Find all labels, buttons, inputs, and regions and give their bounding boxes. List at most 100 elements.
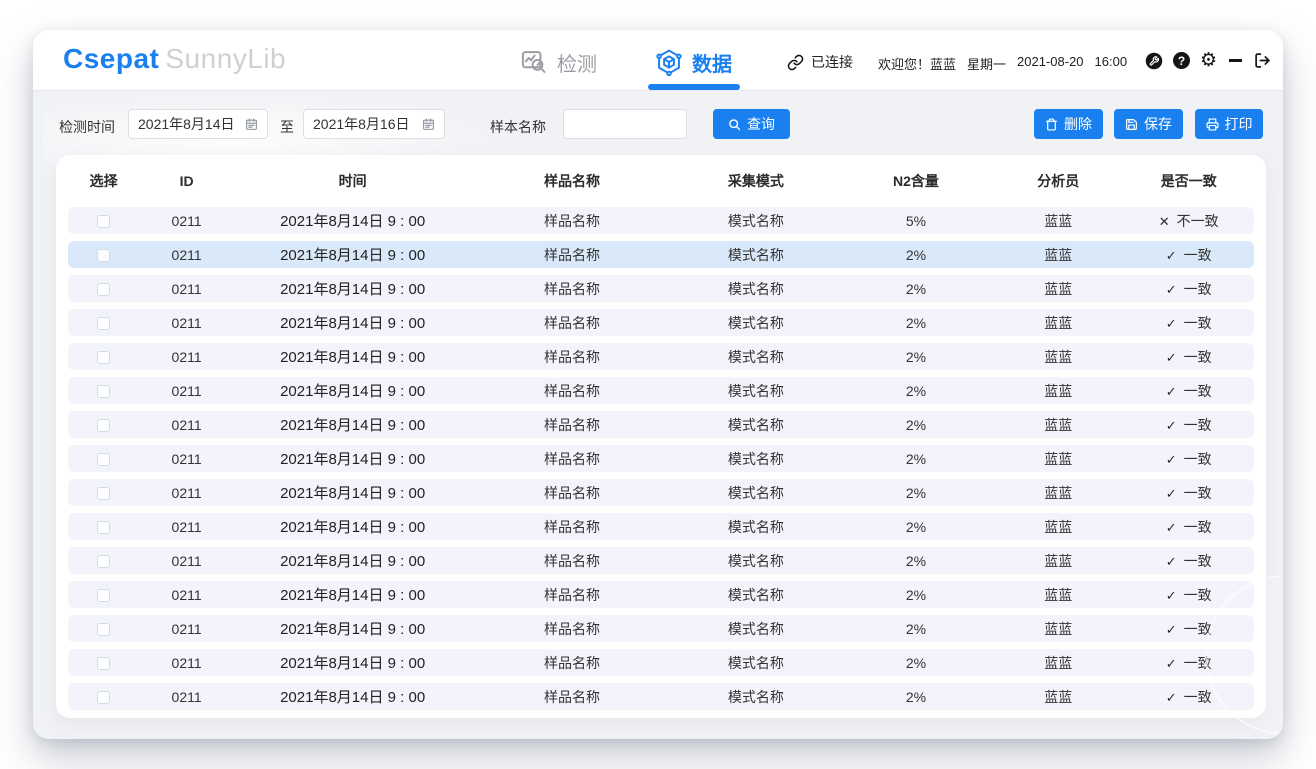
row-checkbox[interactable] (97, 249, 110, 262)
consistency-mark-icon: ✓ (1166, 690, 1177, 705)
help-icon[interactable]: ? (1173, 52, 1190, 69)
cell-consistent: ✓一致 (1123, 551, 1253, 571)
row-checkbox[interactable] (97, 589, 110, 602)
cell-time: 2021年8月14日 9 : 00 (234, 584, 471, 605)
consistency-mark-icon: ✓ (1166, 622, 1177, 637)
connection-label: 已连接 (811, 52, 853, 72)
consistency-label: 一致 (1184, 655, 1212, 671)
row-checkbox[interactable] (97, 351, 110, 364)
date-to-input[interactable]: 2021年8月16日 (303, 109, 445, 139)
cell-id: 0211 (139, 519, 234, 535)
link-icon (787, 54, 804, 71)
logout-icon[interactable] (1254, 52, 1271, 69)
cell-sample: 样品名称 (471, 483, 673, 503)
table-row[interactable]: 0211 2021年8月14日 9 : 00 样品名称 模式名称 2% 蓝蓝 ✓… (68, 241, 1254, 268)
table-row[interactable]: 0211 2021年8月14日 9 : 00 样品名称 模式名称 2% 蓝蓝 ✓… (68, 683, 1254, 710)
query-button[interactable]: 查询 (713, 109, 790, 139)
cell-time: 2021年8月14日 9 : 00 (234, 516, 471, 537)
time-text: 16:00 (1095, 54, 1128, 73)
consistency-mark-icon: ✓ (1166, 248, 1177, 263)
cell-time: 2021年8月14日 9 : 00 (234, 686, 471, 707)
row-checkbox[interactable] (97, 555, 110, 568)
cell-analyst: 蓝蓝 (993, 483, 1123, 503)
cell-id: 0211 (139, 587, 234, 603)
cell-n2: 2% (839, 417, 993, 433)
cell-analyst: 蓝蓝 (993, 619, 1123, 639)
cell-n2: 2% (839, 689, 993, 705)
consistency-mark-icon: ✓ (1166, 316, 1177, 331)
data-table-card: 选择 ID 时间 样品名称 采集模式 N2含量 分析员 是否一致 0211 20… (56, 155, 1266, 718)
cell-sample: 样品名称 (471, 279, 673, 299)
consistency-mark-icon: ✓ (1166, 350, 1177, 365)
table-row[interactable]: 0211 2021年8月14日 9 : 00 样品名称 模式名称 2% 蓝蓝 ✓… (68, 445, 1254, 472)
date-from-input[interactable]: 2021年8月14日 (128, 109, 268, 139)
cell-sample: 样品名称 (471, 381, 673, 401)
table-row[interactable]: 0211 2021年8月14日 9 : 00 样品名称 模式名称 5% 蓝蓝 ✕… (68, 207, 1254, 234)
delete-button-label: 删除 (1064, 114, 1092, 134)
cell-id: 0211 (139, 553, 234, 569)
table-row[interactable]: 0211 2021年8月14日 9 : 00 样品名称 模式名称 2% 蓝蓝 ✓… (68, 309, 1254, 336)
row-checkbox[interactable] (97, 215, 110, 228)
table-row[interactable]: 0211 2021年8月14日 9 : 00 样品名称 模式名称 2% 蓝蓝 ✓… (68, 377, 1254, 404)
row-checkbox[interactable] (97, 657, 110, 670)
consistency-mark-icon: ✓ (1166, 486, 1177, 501)
cell-consistent: ✓一致 (1123, 619, 1253, 639)
table-row[interactable]: 0211 2021年8月14日 9 : 00 样品名称 模式名称 2% 蓝蓝 ✓… (68, 275, 1254, 302)
cell-analyst: 蓝蓝 (993, 585, 1123, 605)
row-checkbox[interactable] (97, 623, 110, 636)
row-checkbox[interactable] (97, 317, 110, 330)
cell-sample: 样品名称 (471, 415, 673, 435)
tab-data[interactable]: 数据 (655, 47, 732, 77)
column-header-consistent: 是否一致 (1123, 171, 1253, 191)
welcome-user: 欢迎您！蓝蓝 (878, 54, 956, 73)
settings-gear-icon[interactable]: ⚙ (1200, 51, 1217, 70)
cell-consistent: ✕不一致 (1123, 211, 1253, 231)
table-row[interactable]: 0211 2021年8月14日 9 : 00 样品名称 模式名称 2% 蓝蓝 ✓… (68, 581, 1254, 608)
row-checkbox[interactable] (97, 385, 110, 398)
row-checkbox[interactable] (97, 521, 110, 534)
delete-button[interactable]: 删除 (1034, 109, 1103, 139)
table-row[interactable]: 0211 2021年8月14日 9 : 00 样品名称 模式名称 2% 蓝蓝 ✓… (68, 513, 1254, 540)
cell-n2: 2% (839, 349, 993, 365)
table-row[interactable]: 0211 2021年8月14日 9 : 00 样品名称 模式名称 2% 蓝蓝 ✓… (68, 479, 1254, 506)
cell-mode: 模式名称 (673, 687, 839, 707)
row-checkbox[interactable] (97, 283, 110, 296)
row-checkbox[interactable] (97, 691, 110, 704)
table-row[interactable]: 0211 2021年8月14日 9 : 00 样品名称 模式名称 2% 蓝蓝 ✓… (68, 547, 1254, 574)
cell-sample: 样品名称 (471, 211, 673, 231)
consistency-label: 一致 (1184, 553, 1212, 569)
save-button[interactable]: 保存 (1114, 109, 1183, 139)
print-button[interactable]: 打印 (1195, 109, 1263, 139)
sample-name-input[interactable] (563, 109, 687, 139)
table-row[interactable]: 0211 2021年8月14日 9 : 00 样品名称 模式名称 2% 蓝蓝 ✓… (68, 343, 1254, 370)
cell-id: 0211 (139, 689, 234, 705)
cell-analyst: 蓝蓝 (993, 347, 1123, 367)
cell-consistent: ✓一致 (1123, 415, 1253, 435)
tools-icon[interactable] (1145, 52, 1163, 70)
cell-id: 0211 (139, 247, 234, 263)
cell-time: 2021年8月14日 9 : 00 (234, 210, 471, 231)
cell-consistent: ✓一致 (1123, 279, 1253, 299)
cell-consistent: ✓一致 (1123, 687, 1253, 707)
hexagon-cube-icon (655, 48, 683, 76)
cell-consistent: ✓一致 (1123, 483, 1253, 503)
table-header-row: 选择 ID 时间 样品名称 采集模式 N2含量 分析员 是否一致 (68, 155, 1254, 207)
consistency-mark-icon: ✕ (1159, 214, 1170, 229)
date-range-label: 检测时间 (59, 117, 115, 137)
consistency-label: 一致 (1184, 519, 1212, 535)
app-window: CsepatSunnyLib 检测 (33, 30, 1283, 739)
minimize-icon[interactable] (1229, 59, 1242, 62)
table-row[interactable]: 0211 2021年8月14日 9 : 00 样品名称 模式名称 2% 蓝蓝 ✓… (68, 615, 1254, 642)
column-header-mode: 采集模式 (673, 171, 839, 191)
cell-time: 2021年8月14日 9 : 00 (234, 414, 471, 435)
cell-analyst: 蓝蓝 (993, 551, 1123, 571)
row-checkbox[interactable] (97, 419, 110, 432)
consistency-mark-icon: ✓ (1166, 520, 1177, 535)
table-row[interactable]: 0211 2021年8月14日 9 : 00 样品名称 模式名称 2% 蓝蓝 ✓… (68, 649, 1254, 676)
row-checkbox[interactable] (97, 453, 110, 466)
tab-detection[interactable]: 检测 (520, 47, 597, 77)
cell-sample: 样品名称 (471, 517, 673, 537)
table-row[interactable]: 0211 2021年8月14日 9 : 00 样品名称 模式名称 2% 蓝蓝 ✓… (68, 411, 1254, 438)
row-checkbox[interactable] (97, 487, 110, 500)
cell-analyst: 蓝蓝 (993, 381, 1123, 401)
